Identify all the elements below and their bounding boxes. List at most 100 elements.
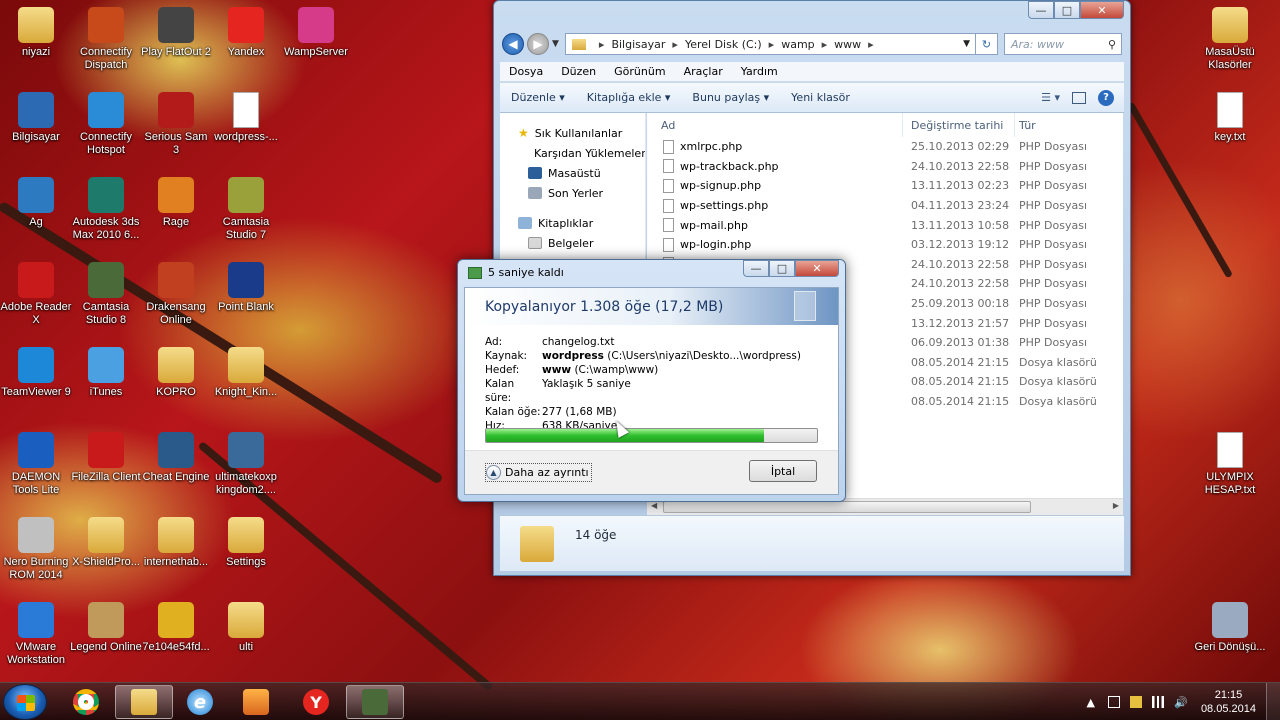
taskbar-ie[interactable]: e [171,685,229,719]
recent-pages-icon[interactable]: ▼ [552,39,559,49]
breadcrumb-item[interactable]: Yerel Disk (C:) [685,38,762,51]
share-with-button[interactable]: Bunu paylaş ▾ [681,91,780,104]
view-options-icon[interactable]: ☰ ▾ [1041,91,1060,104]
column-header-date[interactable]: Değiştirme tarihi [903,113,1015,137]
clock[interactable]: 21:15 08.05.2014 [1191,688,1266,716]
battery-icon[interactable] [1107,696,1120,708]
desktop-icon-item[interactable]: Play FlatOut 2 [140,7,212,59]
desktop-icon-item[interactable]: VMware Workstation [0,602,72,667]
maximize-button[interactable]: □ [1054,1,1080,19]
scrollbar-thumb[interactable] [663,501,1031,513]
desktop-icon-item[interactable]: ULYMPIX HESAP.txt [1194,432,1266,497]
desktop-icon-item[interactable]: wordpress-... [210,92,282,144]
taskbar-yandex[interactable]: Y [287,685,345,719]
desktop-icon-item[interactable]: WampServer [280,7,352,59]
nav-libraries[interactable]: Kitaplıklar [500,213,645,233]
dialog-minimize-button[interactable]: — [743,260,769,277]
desktop-icon-item[interactable]: Ag [0,177,72,229]
action-center-icon[interactable] [1129,696,1142,708]
close-button[interactable]: ✕ [1080,1,1124,19]
include-in-library-button[interactable]: Kitaplığa ekle ▾ [576,91,682,104]
preview-pane-icon[interactable] [1072,91,1086,104]
forward-button[interactable]: ▶ [527,33,549,55]
start-button[interactable] [3,684,47,720]
desktop-icon-item[interactable]: Rage [140,177,212,229]
desktop-icon-item[interactable]: X-ShieldPro... [70,517,142,569]
desktop-icon-item[interactable]: Legend Online [70,602,142,654]
file-row[interactable]: wp-settings.php 04.11.2013 23:24 PHP Dosya… [647,196,1123,216]
volume-icon[interactable]: 🔊 [1174,696,1188,709]
desktop-icon-item[interactable]: KOPRO [140,347,212,399]
desktop-icon-item[interactable]: ulti [210,602,282,654]
file-row[interactable]: xmlrpc.php 25.10.2013 02:29 PHP Dosyası [647,137,1123,157]
desktop-icon-item[interactable]: Point Blank [210,262,282,314]
desktop-icon-item[interactable]: MasaÜstü Klasörler [1194,7,1266,72]
nav-recent[interactable]: Son Yerler [500,183,645,203]
show-hidden-icons-icon[interactable]: ▲ [1086,696,1094,709]
desktop-icon-item[interactable]: internethab... [140,517,212,569]
minimize-button[interactable]: — [1028,1,1054,19]
menu-item-edit[interactable]: Düzen [552,65,605,78]
desktop-icon-item[interactable]: Bilgisayar [0,92,72,144]
refresh-icon[interactable]: ↻ [976,33,998,55]
breadcrumb-item[interactable]: wamp [781,38,814,51]
breadcrumb-item[interactable]: www [834,38,861,51]
organize-button[interactable]: Düzenle ▾ [500,91,576,104]
less-details-button[interactable]: ▲ Daha az ayrıntı [485,463,592,482]
file-row[interactable]: wp-trackback.php 24.10.2013 22:58 PHP Dosy… [647,157,1123,177]
desktop-icon-item[interactable]: Adobe Reader X [0,262,72,327]
column-header-name[interactable]: Ad [647,113,903,137]
back-button[interactable]: ◀ [502,33,524,55]
dialog-maximize-button[interactable]: □ [769,260,795,277]
desktop-icon-item[interactable]: Autodesk 3ds Max 2010 6... [70,177,142,242]
desktop-icon-item[interactable]: TeamViewer 9 [0,347,72,399]
menu-item-tools[interactable]: Araçlar [675,65,732,78]
help-icon[interactable]: ? [1098,89,1114,106]
desktop-icon-item[interactable]: Camtasia Studio 8 [70,262,142,327]
nav-downloads[interactable]: Karşıdan Yüklemeler [500,143,645,163]
address-bar[interactable]: ▸ Bilgisayar ▸ Yerel Disk (C:) ▸ wamp ▸ … [564,33,976,55]
search-input[interactable]: Ara: www ⚲ [1004,33,1122,55]
file-row[interactable]: wp-signup.php 13.11.2013 02:23 PHP Dosyası [647,176,1123,196]
file-row[interactable]: wp-mail.php 13.11.2013 10:58 PHP Dosyası [647,215,1123,235]
dialog-close-button[interactable]: ✕ [795,260,839,277]
desktop-icon-item[interactable]: ultimatekoxp kingdom2.... [210,432,282,497]
show-desktop-button[interactable] [1266,683,1280,720]
desktop-icon-item[interactable]: Knight_Kin... [210,347,282,399]
menu-item-view[interactable]: Görünüm [605,65,674,78]
desktop-icon-item[interactable]: Drakensang Online [140,262,212,327]
taskbar-chrome[interactable] [57,685,115,719]
desktop-icon-item[interactable]: iTunes [70,347,142,399]
taskbar-explorer[interactable] [115,685,173,719]
desktop-icon-item[interactable]: FileZilla Client [70,432,142,484]
nav-favorites[interactable]: ★ Sık Kullanılanlar [500,123,645,143]
scroll-right-icon[interactable]: ▶ [1113,501,1119,510]
desktop-icon-item[interactable]: Camtasia Studio 7 [210,177,282,242]
desktop-icon-item[interactable]: Cheat Engine [140,432,212,484]
network-icon[interactable] [1151,696,1164,708]
taskbar-media-player[interactable] [227,685,285,719]
desktop-icon-item[interactable]: DAEMON Tools Lite [0,432,72,497]
menu-item-file[interactable]: Dosya [500,65,552,78]
new-folder-button[interactable]: Yeni klasör [780,91,861,104]
copy-progress-dialog[interactable]: 5 saniye kaldı — □ ✕ Kopyalanıyor 1.308 … [457,259,846,502]
desktop-icon-item[interactable]: Geri Dönüşü... [1194,602,1266,654]
desktop-icon-item[interactable]: Connectify Dispatch [70,7,142,72]
desktop-icon-item[interactable]: Connectify Hotspot [70,92,142,157]
file-row[interactable]: wp-login.php 03.12.2013 19:12 PHP Dosyası [647,235,1123,255]
desktop-icon-item[interactable]: Serious Sam 3 [140,92,212,157]
nav-documents[interactable]: Belgeler [500,233,645,253]
desktop-icon-item[interactable]: Nero Burning ROM 2014 [0,517,72,582]
desktop-icon-item[interactable]: Settings [210,517,282,569]
nav-desktop[interactable]: Masaüstü [500,163,645,183]
taskbar-camtasia[interactable] [346,685,404,719]
scroll-left-icon[interactable]: ◀ [651,501,657,510]
menu-item-help[interactable]: Yardım [732,65,787,78]
desktop-icon-item[interactable]: 7e104e54fd... [140,602,212,654]
breadcrumb-item[interactable]: Bilgisayar [611,38,665,51]
desktop-icon-item[interactable]: niyazi [0,7,72,59]
desktop-icon-item[interactable]: key.txt [1194,92,1266,144]
desktop-icon-item[interactable]: Yandex [210,7,282,59]
column-header-type[interactable]: Tür [1015,113,1036,137]
cancel-button[interactable]: İptal [749,460,817,482]
